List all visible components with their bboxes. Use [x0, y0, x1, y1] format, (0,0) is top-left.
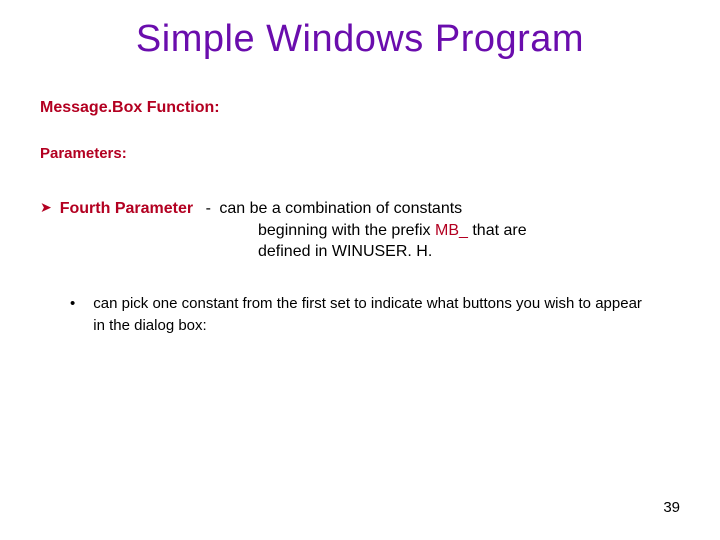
- parameter-desc-line2a: beginning with the prefix: [258, 222, 435, 239]
- sub-bullet-text: can pick one constant from the first set…: [93, 293, 653, 337]
- parameter-name: Fourth Parameter: [60, 200, 193, 217]
- page-number: 39: [663, 499, 680, 516]
- sub-bullet-item: • can pick one constant from the first s…: [0, 263, 720, 337]
- separator: -: [206, 200, 211, 217]
- parameter-desc-mb-prefix: MB_: [435, 222, 468, 239]
- parameter-desc-line1: can be a combination of constants: [219, 200, 462, 217]
- parameter-desc-line2c: that are: [468, 222, 527, 239]
- bullet-arrow-icon: ➤: [40, 198, 52, 217]
- parameters-label: Parameters:: [0, 117, 720, 162]
- bullet-dot-icon: •: [70, 293, 75, 315]
- section-subtitle: Message.Box Function:: [0, 71, 720, 117]
- parameter-desc-line3: defined in WINUSER. H.: [40, 241, 720, 263]
- parameter-item: ➤ Fourth Parameter - can be a combinatio…: [0, 162, 720, 263]
- slide-title: Simple Windows Program: [0, 0, 720, 71]
